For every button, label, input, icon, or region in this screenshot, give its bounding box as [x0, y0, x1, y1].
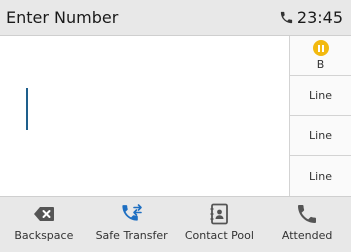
backspace-button[interactable]: Backspace	[0, 197, 88, 252]
clock: 23:45	[279, 8, 343, 27]
contacts-icon	[210, 203, 229, 225]
line-key-2[interactable]: Line	[290, 116, 351, 156]
hold-icon	[312, 40, 329, 56]
clock-time: 23:45	[296, 8, 343, 27]
safe-transfer-label: Safe Transfer	[95, 229, 168, 242]
contact-pool-button[interactable]: Contact Pool	[176, 197, 264, 252]
line-key-panel: B Line Line Line	[289, 36, 351, 196]
text-cursor	[26, 88, 28, 130]
status-bar: Enter Number 23:45	[0, 0, 351, 36]
line-key-b[interactable]: B	[290, 36, 351, 76]
backspace-icon	[33, 207, 54, 221]
page-title: Enter Number	[6, 8, 119, 27]
line-key-label: Line	[309, 169, 332, 183]
contact-pool-label: Contact Pool	[184, 229, 254, 242]
line-key-label: B	[316, 58, 325, 71]
safe-transfer-button[interactable]: Safe Transfer	[88, 197, 176, 252]
number-entry-field[interactable]	[0, 36, 289, 196]
line-key-3[interactable]: Line	[290, 156, 351, 196]
line-key-label: Line	[309, 129, 332, 142]
phone-icon	[280, 11, 293, 24]
line-key-label: Line	[309, 89, 332, 102]
attended-button[interactable]: Attended	[263, 197, 351, 252]
transfer-icon	[122, 204, 142, 221]
backspace-label: Backspace	[14, 229, 74, 242]
phone-icon	[298, 205, 317, 223]
attended-label: Attended	[281, 229, 333, 242]
line-key-1[interactable]: Line	[290, 76, 351, 116]
softkey-bar: Backspace Safe Transfer Contact Pool Att…	[0, 196, 351, 252]
